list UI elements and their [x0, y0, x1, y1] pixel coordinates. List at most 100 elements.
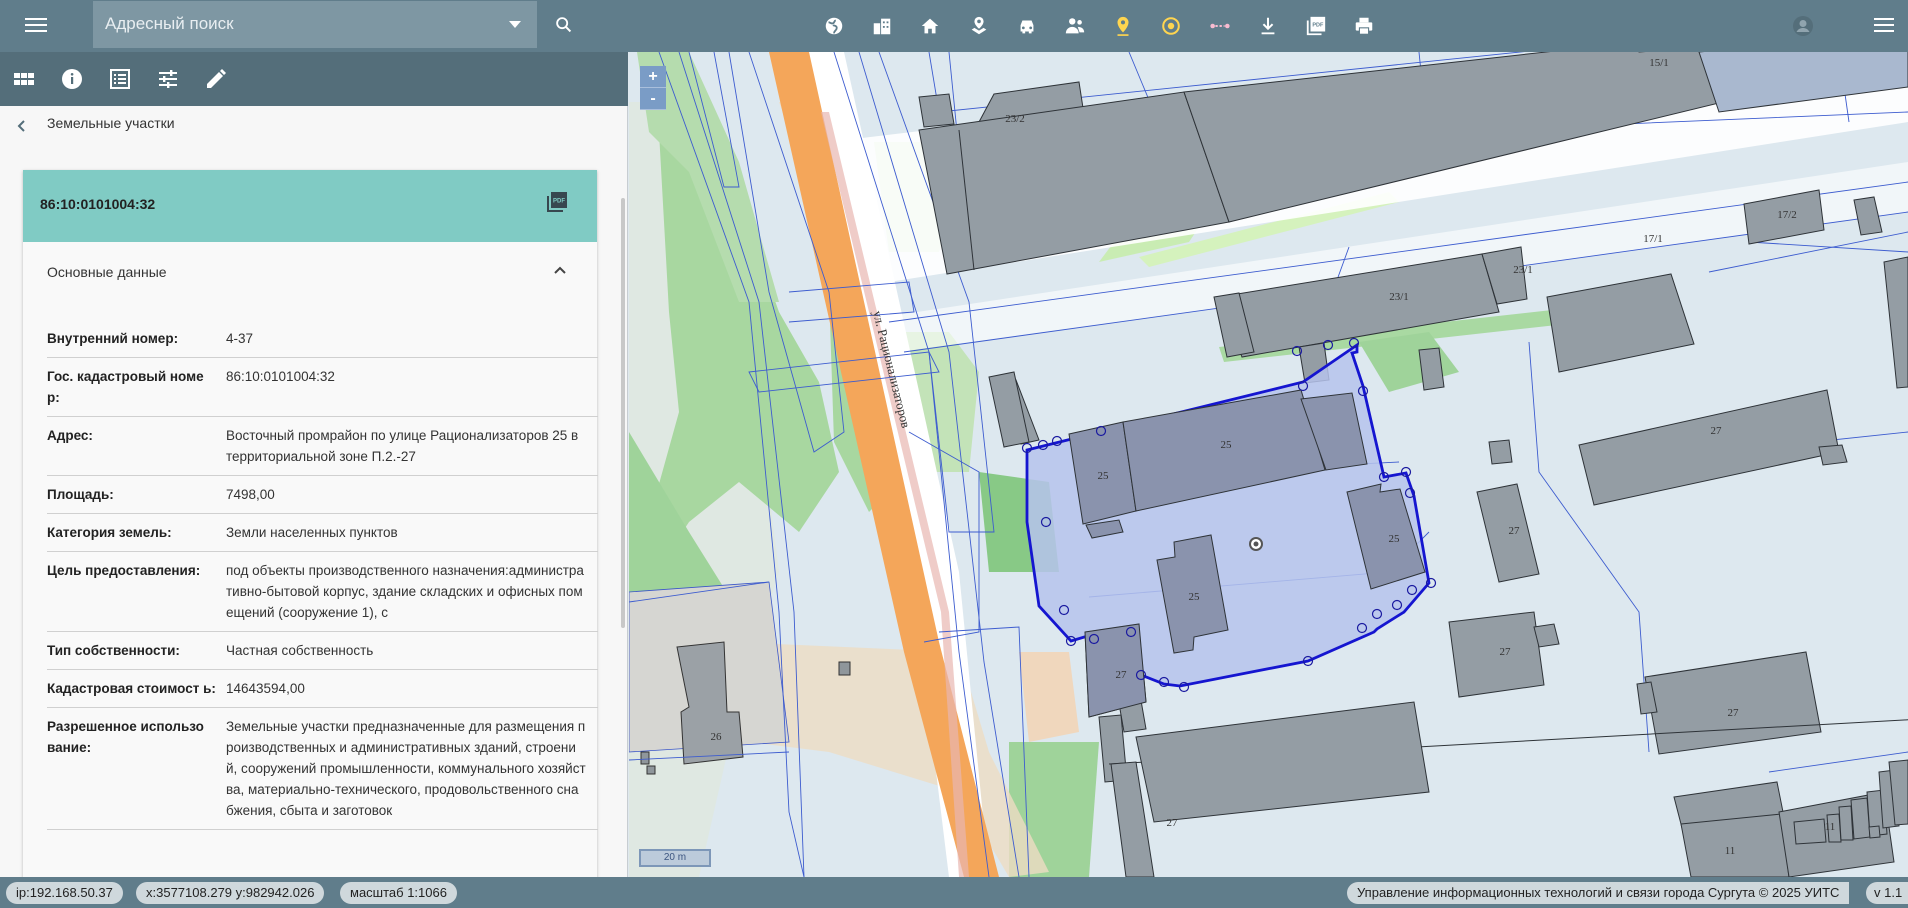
info-icon[interactable]: [60, 67, 84, 91]
panel-toolbar: [0, 52, 628, 106]
section-title: Основные данные: [47, 264, 167, 280]
attribute-row: Категория земель: Земли населенных пункто…: [47, 514, 598, 552]
attribute-row: Разрешенное использо вание: Земельные уча…: [47, 708, 598, 830]
building-23-2: [918, 93, 955, 128]
attribute-value: 4-37: [226, 331, 254, 346]
svg-text:PDF: PDF: [553, 199, 565, 205]
label-27-d: 27: [1728, 707, 1740, 719]
zoom-control: + -: [640, 66, 666, 110]
copyright-text: Управление информационных технологий и с…: [1347, 882, 1850, 904]
print-icon[interactable]: [1350, 12, 1378, 40]
label-27-f: 27: [1167, 817, 1179, 829]
account-icon[interactable]: [1791, 14, 1815, 38]
attribute-value: 7498,00: [226, 487, 275, 502]
attribute-row: Площадь: 7498,00: [47, 476, 598, 514]
list-icon[interactable]: [108, 67, 132, 91]
label-27-b: 27: [1509, 525, 1521, 537]
target-icon[interactable]: [1157, 12, 1185, 40]
small-building: [646, 765, 656, 775]
scale-chip: масштаб 1:1066: [340, 882, 457, 904]
download-icon[interactable]: [1254, 12, 1282, 40]
menu-icon[interactable]: [1870, 14, 1898, 38]
address-search[interactable]: [93, 1, 537, 48]
pdf-export-icon[interactable]: PDF: [545, 190, 569, 214]
label-25-a: 25: [1098, 470, 1110, 482]
attribute-value: Земли населенных пунктов: [226, 525, 398, 540]
label-17-1: 17/1: [1643, 233, 1663, 245]
attribute-row: Кадастровая стоимост ь: 14643594,00: [47, 670, 598, 708]
label-25-d: 25: [1189, 591, 1201, 603]
parcel-card: 86:10:0101004:32 PDF Основные данные Вну…: [23, 170, 598, 890]
card-header: 86:10:0101004:32 PDF: [23, 170, 597, 242]
version-badge: v 1.1: [1866, 882, 1908, 904]
measure-icon[interactable]: [1206, 12, 1234, 40]
tune-icon[interactable]: [156, 67, 180, 91]
app-root: PDF Земельные участки 86:10:0101004:32 P…: [0, 0, 1908, 908]
grid-icon[interactable]: [12, 67, 36, 91]
small-building: [640, 751, 650, 765]
search-icon[interactable]: [553, 14, 575, 36]
map-pin-layer-icon[interactable]: [965, 12, 993, 40]
attribute-key: Категория земель:: [47, 525, 172, 540]
building-27-c: [1448, 611, 1545, 698]
attribute-row: Внутренний номер: 4-37: [47, 320, 598, 358]
label-11-a: 11: [1725, 845, 1736, 857]
search-input[interactable]: [105, 9, 485, 39]
attribute-key: Кадастровая стоимост ь:: [47, 681, 216, 696]
label-25-b: 25: [1221, 439, 1233, 451]
home-icon[interactable]: [916, 12, 944, 40]
label-23-1a: 23/1: [1513, 264, 1533, 276]
chevron-up-icon[interactable]: [552, 262, 568, 278]
section-main-data-toggle[interactable]: Основные данные: [23, 242, 597, 292]
status-bar: ip:192.168.50.37 x:3577108.279 y:982942.…: [0, 877, 1908, 908]
svg-text:PDF: PDF: [1312, 22, 1324, 28]
car-icon[interactable]: [1013, 12, 1041, 40]
attribute-row: Цель предоставления: под объекты производ…: [47, 552, 598, 632]
label-26: 26: [711, 731, 723, 743]
label-27-c: 27: [1500, 646, 1512, 658]
attribute-key: Разрешенное использо вание:: [47, 719, 204, 755]
label-25-c: 25: [1389, 533, 1401, 545]
attribute-key: Адрес:: [47, 428, 93, 443]
panel-scrollbar[interactable]: [621, 198, 625, 628]
map-canvas[interactable]: ул. Рационализаторов 23/2 15/1 17/1 17/2…: [629, 52, 1908, 877]
attribute-row: Тип собственности: Частная собственность: [47, 632, 598, 670]
attribute-value: под объекты производственного назначения…: [226, 563, 584, 620]
zoom-in-button[interactable]: +: [640, 66, 666, 88]
cadastral-number-title: 86:10:0101004:32: [40, 196, 156, 212]
attribute-key: Тип собственности:: [47, 643, 180, 658]
label-27-e: 27: [1116, 669, 1128, 681]
zoom-out-button[interactable]: -: [640, 88, 666, 110]
attribute-value: Земельные участки предназначенные для ра…: [226, 719, 586, 818]
ip-chip: ip:192.168.50.37: [6, 882, 123, 904]
pdf-icon[interactable]: PDF: [1302, 12, 1330, 40]
attribute-value: 86:10:0101004:32: [226, 369, 335, 384]
label-11-b: 11: [1825, 821, 1836, 833]
people-icon[interactable]: [1061, 12, 1089, 40]
chevron-down-icon[interactable]: [509, 21, 521, 28]
attribute-value: 14643594,00: [226, 681, 305, 696]
info-panel: Земельные участки 86:10:0101004:32 PDF О…: [0, 52, 628, 890]
location-pin-icon[interactable]: [1109, 12, 1137, 40]
attribute-key: Гос. кадастровый номе р:: [47, 369, 204, 405]
globe-icon[interactable]: [820, 12, 848, 40]
path-area: [1019, 652, 1079, 742]
coordinates-chip: x:3577108.279 y:982942.026: [136, 882, 325, 904]
label-17-2: 17/2: [1777, 209, 1797, 221]
map-view[interactable]: ул. Рационализаторов 23/2 15/1 17/1 17/2…: [629, 52, 1908, 877]
top-bar: PDF: [0, 0, 1908, 52]
breadcrumb[interactable]: Земельные участки: [47, 115, 175, 131]
attribute-row: Гос. кадастровый номе р: 86:10:0101004:32: [47, 358, 598, 417]
label-27-a: 27: [1711, 425, 1723, 437]
back-arrow-icon[interactable]: [14, 118, 30, 134]
label-23-1b: 23/1: [1389, 291, 1409, 303]
label-23-2: 23/2: [1005, 113, 1025, 125]
menu-icon[interactable]: [20, 14, 52, 38]
attribute-row: Адрес: Восточный промрайон по улице Рацио…: [47, 417, 598, 476]
buildings-icon[interactable]: [868, 12, 896, 40]
attribute-value: Восточный промрайон по улице Рационализа…: [226, 428, 579, 464]
attribute-key: Площадь:: [47, 487, 114, 502]
attribute-key: Цель предоставления:: [47, 563, 201, 578]
scale-bar: 20 m: [639, 849, 711, 867]
pencil-icon[interactable]: [204, 67, 228, 91]
